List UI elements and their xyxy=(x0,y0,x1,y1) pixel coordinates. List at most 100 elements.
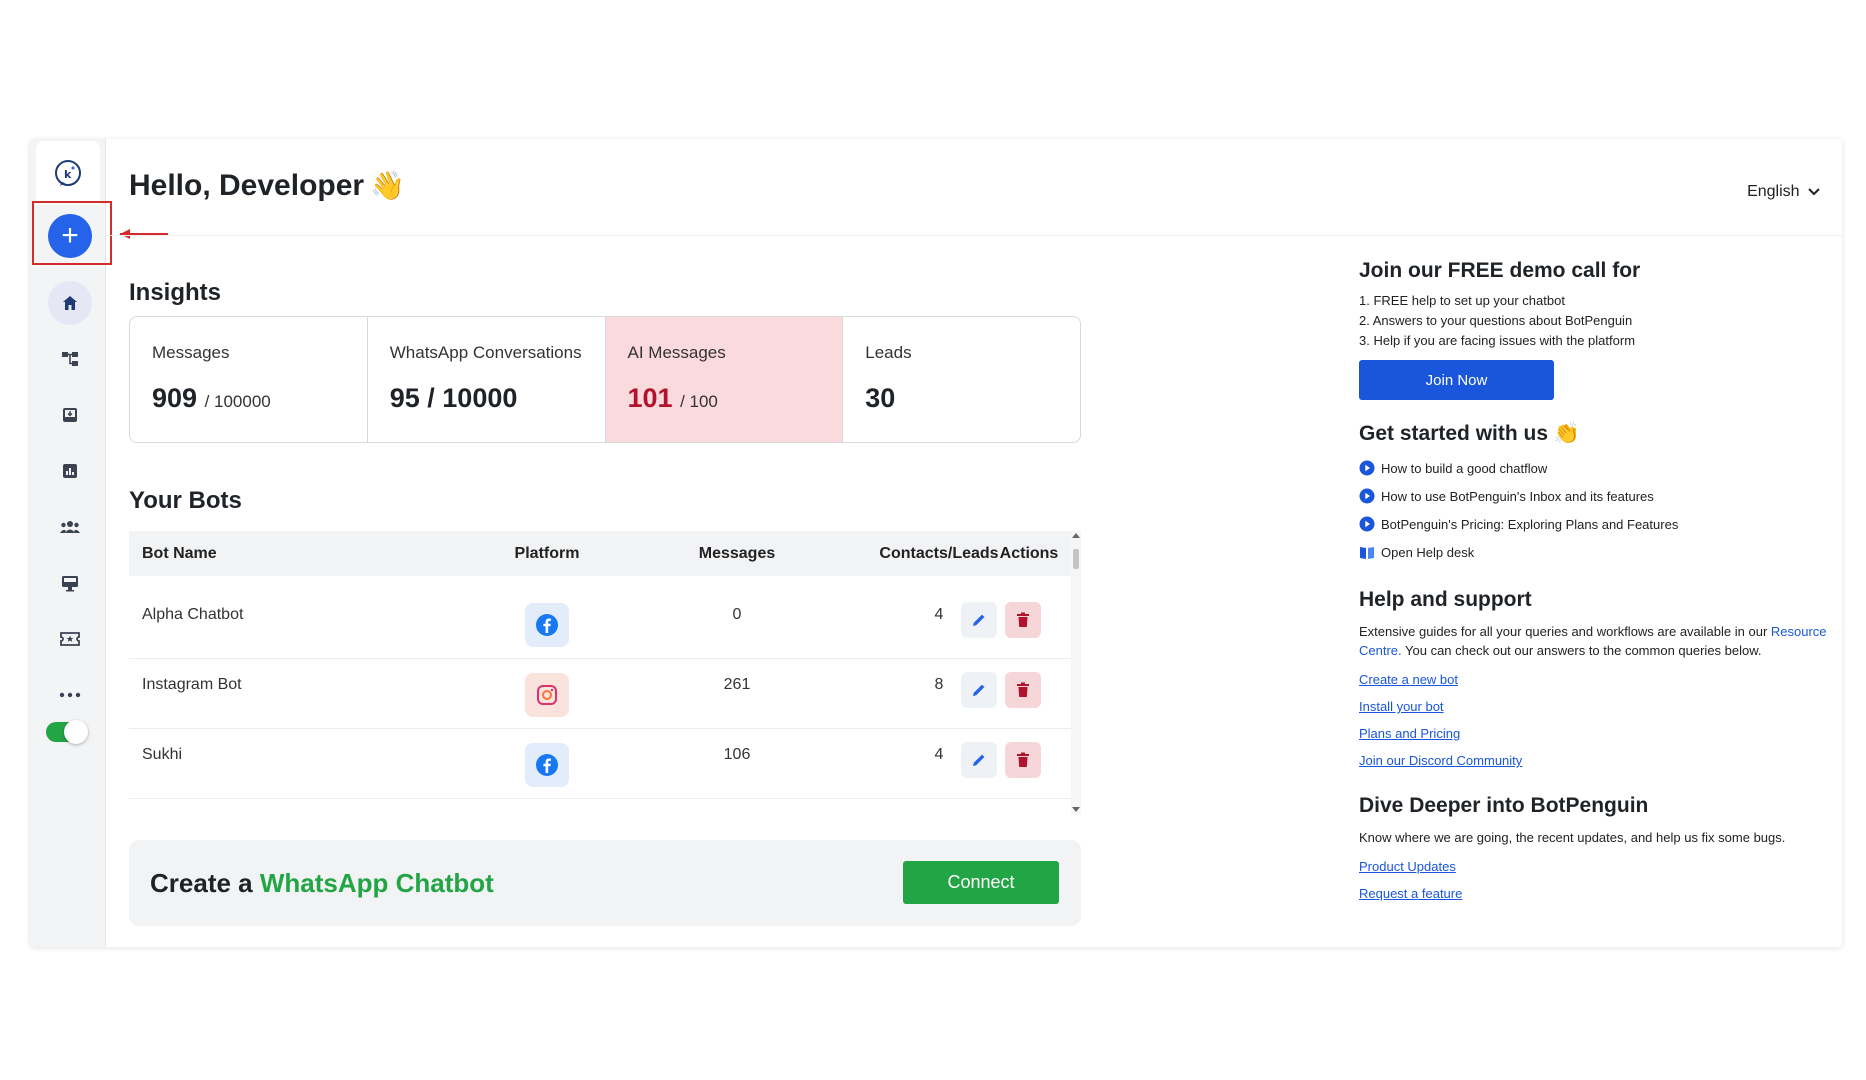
sidebar-item-more[interactable] xyxy=(48,673,92,717)
plans-pricing-link[interactable]: Plans and Pricing xyxy=(1359,726,1839,741)
product-updates-link[interactable]: Product Updates xyxy=(1359,859,1839,874)
facebook-icon xyxy=(525,603,569,647)
status-toggle[interactable] xyxy=(46,720,88,744)
help-text-after: You can check out our answers to the com… xyxy=(1401,643,1762,658)
sidebar-item-inbox[interactable] xyxy=(48,393,92,437)
get-started-title: Get started with us 👏 xyxy=(1359,422,1839,446)
request-feature-link[interactable]: Request a feature xyxy=(1359,886,1839,901)
monitor-icon xyxy=(62,576,78,592)
language-label: English xyxy=(1747,183,1800,200)
bot-name[interactable]: Alpha Chatbot xyxy=(142,606,243,624)
language-selector[interactable]: English xyxy=(1747,183,1820,201)
bot-name[interactable]: Instagram Bot xyxy=(142,676,242,694)
sidebar: k + xyxy=(30,139,112,947)
join-now-button[interactable]: Join Now xyxy=(1359,360,1554,400)
play-icon xyxy=(1359,460,1375,476)
book-icon xyxy=(1359,544,1375,560)
stat-number: 909 xyxy=(152,383,198,413)
edit-bot-button[interactable] xyxy=(961,602,997,638)
demo-item: 1. FREE help to set up your chatbot xyxy=(1359,293,1565,308)
delete-bot-button[interactable] xyxy=(1005,672,1041,708)
help-text: Extensive guides for all your queries an… xyxy=(1359,622,1839,660)
more-icon xyxy=(59,692,81,698)
play-icon xyxy=(1359,488,1375,504)
stat-number: 30 xyxy=(865,383,896,413)
pencil-icon xyxy=(973,614,985,626)
botpenguin-logo-icon[interactable]: k xyxy=(36,141,100,205)
list-item-text: How to build a good chatflow xyxy=(1381,460,1548,476)
stat-value: 95 / 10000 xyxy=(390,383,583,414)
table-scrollbar[interactable] xyxy=(1071,531,1081,814)
column-header-messages: Messages xyxy=(698,545,776,562)
stat-leads: Leads 30 xyxy=(843,317,1080,442)
stat-whatsapp-conversations: WhatsApp Conversations 95 / 10000 xyxy=(368,317,606,442)
trash-icon xyxy=(1017,612,1029,627)
plus-icon: + xyxy=(61,219,79,252)
sidebar-item-display[interactable] xyxy=(48,561,92,605)
table-row[interactable]: Sukhi 106 4 xyxy=(129,729,1071,799)
table-header: Bot Name Platform Messages Contacts/Lead… xyxy=(129,531,1071,576)
demo-item: 3. Help if you are facing issues with th… xyxy=(1359,333,1636,348)
svg-text:k: k xyxy=(64,168,72,181)
list-item[interactable]: How to build a good chatflow xyxy=(1359,454,1839,482)
list-item[interactable]: BotPenguin's Pricing: Exploring Plans an… xyxy=(1359,510,1839,538)
insights-title: Insights xyxy=(129,279,222,306)
bot-name[interactable]: Sukhi xyxy=(142,746,182,764)
edit-bot-button[interactable] xyxy=(961,672,997,708)
sidebar-item-team[interactable] xyxy=(48,505,92,549)
annotation-arrow-icon xyxy=(120,229,168,239)
column-header-actions: Actions xyxy=(999,545,1059,562)
pencil-icon xyxy=(973,684,985,696)
whatsapp-banner-title: Create a WhatsApp Chatbot xyxy=(150,868,494,899)
connect-button[interactable]: Connect xyxy=(903,861,1059,904)
clap-icon: 👏 xyxy=(1553,422,1581,445)
delete-bot-button[interactable] xyxy=(1005,602,1041,638)
list-item[interactable]: Open Help desk xyxy=(1359,538,1839,566)
dive-text: Know where we are going, the recent upda… xyxy=(1359,830,1786,845)
sidebar-item-tickets[interactable] xyxy=(48,617,92,661)
sidebar-item-flows[interactable] xyxy=(48,337,92,381)
analytics-icon xyxy=(63,464,77,478)
table-row[interactable]: Instagram Bot 261 8 xyxy=(129,659,1071,729)
pencil-icon xyxy=(973,754,985,766)
get-started-list: How to build a good chatflow How to use … xyxy=(1359,454,1839,566)
help-title: Help and support xyxy=(1359,588,1532,611)
instagram-icon xyxy=(525,673,569,717)
scroll-thumb[interactable] xyxy=(1073,549,1079,569)
sidebar-item-home[interactable] xyxy=(48,281,92,325)
scroll-down-icon[interactable] xyxy=(1072,807,1080,812)
demo-list: 1. FREE help to set up your chatbot 2. A… xyxy=(1359,291,1839,351)
list-item-text: How to use BotPenguin's Inbox and its fe… xyxy=(1381,488,1654,504)
stat-messages: Messages 909 / 100000 xyxy=(130,317,368,442)
stat-value: 101 / 100 xyxy=(628,383,821,414)
stat-number: 95 / 10000 xyxy=(389,383,518,413)
delete-bot-button[interactable] xyxy=(1005,742,1041,778)
flow-icon xyxy=(62,352,78,366)
sidebar-item-analytics[interactable] xyxy=(48,449,92,493)
column-header-platform: Platform xyxy=(514,545,580,562)
demo-title: Join our FREE demo call for xyxy=(1359,259,1641,282)
create-new-bot-link[interactable]: Create a new bot xyxy=(1359,672,1839,687)
install-bot-link[interactable]: Install your bot xyxy=(1359,699,1839,714)
right-panel: Join our FREE demo call for 1. FREE help… xyxy=(1359,259,1839,901)
play-icon xyxy=(1359,516,1375,532)
list-item-text: BotPenguin's Pricing: Exploring Plans an… xyxy=(1381,516,1679,532)
wave-icon: 👋 xyxy=(370,170,405,201)
team-icon xyxy=(60,521,80,533)
banner-prefix: Create a xyxy=(150,868,260,898)
stat-value: 909 / 100000 xyxy=(152,383,345,414)
create-bot-button[interactable]: + xyxy=(48,214,92,258)
discord-community-link[interactable]: Join our Discord Community xyxy=(1359,753,1839,768)
facebook-icon xyxy=(525,743,569,787)
chevron-down-icon xyxy=(1808,188,1820,196)
app-window: k + Hello, Developer 👋 English Insights … xyxy=(30,139,1842,947)
edit-bot-button[interactable] xyxy=(961,742,997,778)
stat-max: / 100 xyxy=(680,392,718,411)
list-item[interactable]: How to use BotPenguin's Inbox and its fe… xyxy=(1359,482,1839,510)
trash-icon xyxy=(1017,752,1029,767)
scroll-up-icon[interactable] xyxy=(1072,533,1080,538)
get-started-text: Get started with us xyxy=(1359,422,1549,445)
stat-value: 30 xyxy=(865,383,1058,414)
table-row[interactable]: Alpha Chatbot 0 4 xyxy=(129,589,1071,659)
bots-table: Bot Name Platform Messages Contacts/Lead… xyxy=(129,531,1081,814)
